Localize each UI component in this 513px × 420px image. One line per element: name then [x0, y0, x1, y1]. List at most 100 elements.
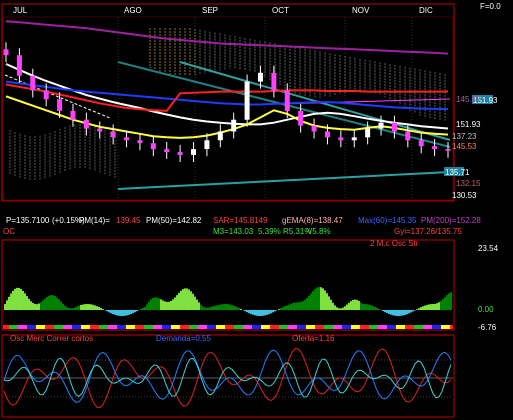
histogram-bar: [212, 306, 214, 310]
histogram-bar: [348, 302, 350, 310]
signal-strip-cell: [216, 325, 219, 329]
histogram-bar: [64, 305, 66, 310]
histogram-bar: [378, 308, 380, 310]
signal-strip-cell: [255, 325, 258, 329]
signal-strip-cell: [132, 325, 135, 329]
histogram-bar: [418, 308, 420, 310]
candle-body: [110, 131, 116, 138]
signal-strip-cell: [189, 325, 192, 329]
histogram-bar: [306, 298, 308, 310]
signal-strip-cell: [444, 325, 447, 329]
candle-body: [378, 122, 384, 129]
info-sar: SAR=145.8149: [213, 216, 268, 225]
histogram-bar: [410, 310, 412, 313]
histogram-bar: [292, 303, 294, 310]
histogram-bar: [74, 307, 76, 310]
info-m3: M3=143.03: [213, 227, 254, 236]
histogram-bar: [394, 310, 396, 316]
signal-strip-cell: [276, 325, 279, 329]
candle-body: [271, 72, 277, 91]
month-label-nov: NOV: [352, 6, 370, 15]
histogram-bar: [304, 299, 306, 310]
histogram-bar: [32, 302, 34, 310]
histogram-bar: [426, 304, 428, 310]
histogram-bar: [442, 299, 444, 310]
signal-strip-cell: [15, 325, 18, 329]
signal-strip-cell: [123, 325, 126, 329]
histogram-bar: [388, 310, 390, 314]
histogram-bar: [386, 310, 388, 314]
histogram-bar: [162, 300, 164, 310]
histogram-bar: [184, 288, 186, 310]
histogram-bar: [18, 287, 20, 310]
histogram-bar: [108, 310, 110, 313]
histogram-bar: [360, 302, 362, 310]
signal-strip-cell: [261, 325, 264, 329]
signal-strip-cell: [354, 325, 357, 329]
histogram-bar: [206, 307, 208, 310]
histogram-bar: [288, 304, 290, 310]
histogram-bar: [54, 295, 56, 310]
info-pm200: PM(200)=152.28: [421, 216, 481, 225]
histogram-bar: [44, 298, 46, 310]
signal-strip-cell: [24, 325, 27, 329]
histogram-bar: [126, 310, 128, 316]
histogram-bar: [10, 293, 12, 310]
signal-strip-cell: [447, 325, 450, 329]
histogram-bar: [76, 306, 78, 310]
signal-strip-cell: [321, 325, 324, 329]
histogram-bar: [326, 293, 328, 310]
signal-strip-cell: [60, 325, 63, 329]
histogram-bar: [230, 304, 232, 310]
f-readout: F=0.0: [480, 2, 501, 11]
histogram-bar: [444, 297, 446, 310]
histogram-bar: [286, 305, 288, 310]
signal-strip-cell: [234, 325, 237, 329]
candle-body: [97, 128, 103, 132]
month-label-jul: JUL: [13, 6, 28, 15]
histogram-bar: [96, 306, 98, 310]
histogram-bar: [332, 302, 334, 310]
histogram-bar: [102, 309, 104, 310]
histogram-bar: [256, 310, 258, 316]
histogram-bar: [156, 297, 158, 310]
histogram-bar: [136, 310, 138, 312]
histogram-bar: [26, 296, 28, 310]
info-price: P=135.7100: [6, 216, 50, 225]
month-label-ago: AGO: [124, 6, 142, 15]
signal-strip-cell: [75, 325, 78, 329]
candle-body: [324, 131, 330, 138]
signal-strip-cell: [150, 325, 153, 329]
signal-strip-cell: [246, 325, 249, 329]
signal-strip-cell: [240, 325, 243, 329]
histogram-bar: [92, 304, 94, 310]
chart-stage: JUL AGO SEP OCT NOV DIC F=0.0 151.93 145…: [0, 0, 513, 420]
signal-strip-cell: [195, 325, 198, 329]
histogram-bar: [366, 304, 368, 310]
signal-strip-cell: [249, 325, 252, 329]
info-pm14: PM(14)=: [79, 216, 110, 225]
info-max: Max(60)=145.35: [358, 216, 417, 225]
histogram-bar: [316, 287, 318, 310]
signal-strip-cell: [183, 325, 186, 329]
histogram-bar: [130, 310, 132, 315]
histogram-bar: [342, 307, 344, 310]
histogram-bar: [146, 304, 148, 310]
osc-panel-demand: Demanda=0.55: [156, 334, 211, 343]
signal-strip-cell: [93, 325, 96, 329]
signal-strip-cell: [303, 325, 306, 329]
signal-strip-cell: [12, 325, 15, 329]
histogram-bar: [46, 297, 48, 310]
candle-body: [137, 140, 143, 144]
candle-body: [298, 110, 304, 126]
histogram-bar: [428, 304, 430, 310]
signal-strip-cell: [387, 325, 390, 329]
signal-strip-cell: [288, 325, 291, 329]
signal-strip-cell: [9, 325, 12, 329]
signal-strip-cell: [414, 325, 417, 329]
histogram-bar: [420, 307, 422, 310]
histogram-bar: [398, 310, 400, 316]
signal-strip-cell: [390, 325, 393, 329]
histogram-bar: [308, 295, 310, 310]
histogram-bar: [40, 302, 42, 310]
